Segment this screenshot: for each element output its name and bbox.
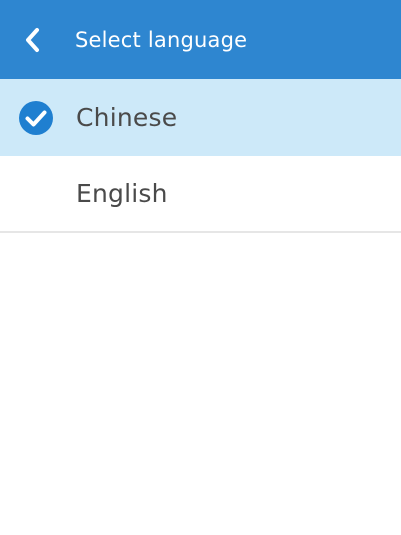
language-option-english[interactable]: English: [0, 156, 401, 233]
page-title: Select language: [75, 27, 248, 52]
back-button[interactable]: [0, 0, 66, 79]
check-circle-icon: [18, 100, 54, 136]
language-select-screen: Select language Chinese English: [0, 0, 401, 535]
check-slot: [0, 155, 76, 232]
language-label: English: [76, 179, 168, 208]
language-list: Chinese English: [0, 79, 401, 233]
check-slot: [0, 79, 76, 156]
app-header: Select language: [0, 0, 401, 79]
language-option-chinese[interactable]: Chinese: [0, 79, 401, 156]
language-label: Chinese: [76, 103, 178, 132]
chevron-left-icon: [24, 27, 40, 53]
